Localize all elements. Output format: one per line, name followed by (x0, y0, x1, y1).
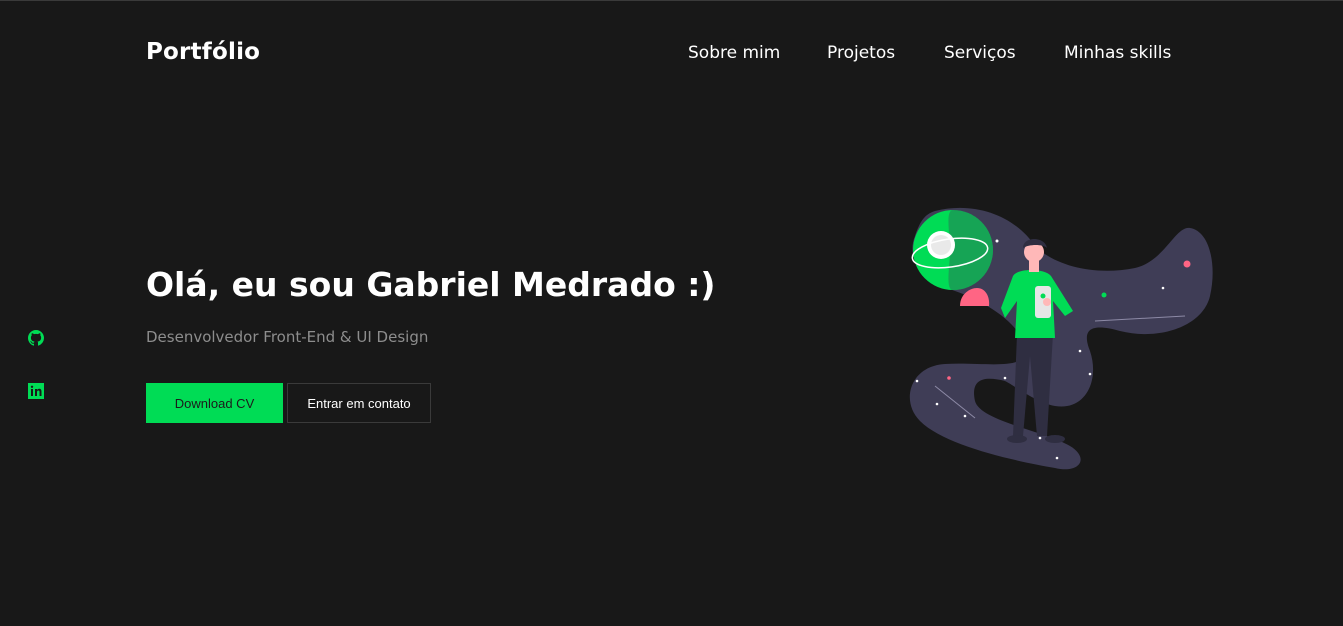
contact-button[interactable]: Entrar em contato (287, 383, 431, 423)
person-with-phone-space-illustration (905, 206, 1220, 476)
brand-logo[interactable]: Portfólio (146, 39, 260, 65)
download-cv-button[interactable]: Download CV (146, 383, 283, 423)
nav-link-minhas-skills[interactable]: Minhas skills (1064, 43, 1171, 63)
nav-link-projetos[interactable]: Projetos (827, 43, 895, 63)
github-icon[interactable] (28, 330, 44, 346)
page: Portfólio Sobre mim Projetos Serviços Mi… (0, 0, 1343, 626)
nav-link-sobre-mim[interactable]: Sobre mim (688, 43, 780, 63)
nav-link-servicos[interactable]: Serviços (944, 43, 1016, 63)
hero-title: Olá, eu sou Gabriel Medrado :) (146, 265, 716, 304)
hero-subtitle: Desenvolvedor Front-End & UI Design (146, 328, 429, 346)
linkedin-icon[interactable] (28, 383, 44, 399)
